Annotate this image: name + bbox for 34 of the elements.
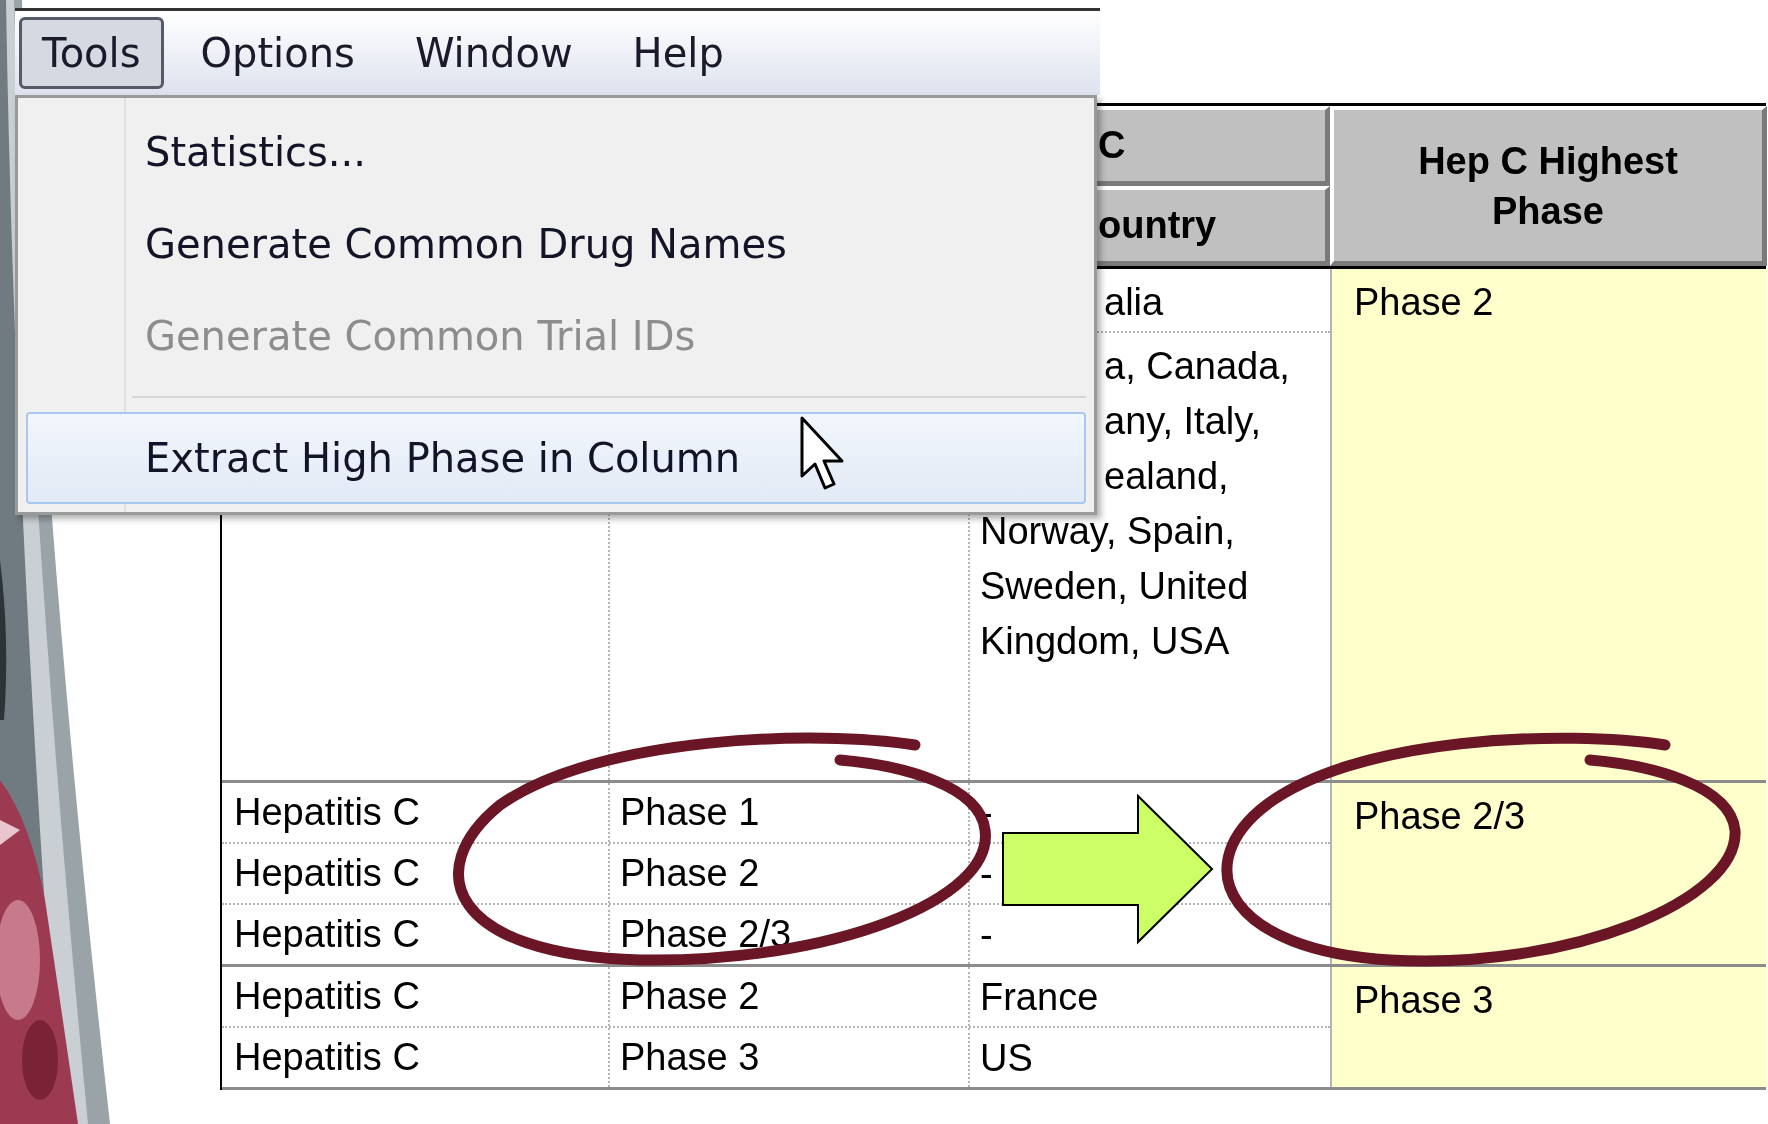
table-cell-text: Hepatitis C	[234, 790, 420, 835]
table-cell-text: Hepatitis C	[234, 974, 420, 1019]
table-cell-text: Norway, Spain,	[979, 509, 1236, 554]
table-cell-text: Phase 1	[620, 790, 760, 835]
menu-bar-item[interactable]: Help	[609, 17, 747, 89]
column-header: C	[1098, 123, 1126, 168]
table-cell-text: Sweden, United	[979, 564, 1250, 609]
menu-item[interactable]: Generate Common Drug Names	[26, 198, 1086, 290]
table-cell-text: ealand,	[1103, 454, 1230, 499]
table-cell-text: Phase 2/3	[620, 912, 792, 957]
table-cell-text: Phase 2	[620, 974, 760, 1019]
table-cell-text: any, Italy,	[1103, 399, 1262, 444]
table-cell-text: US	[979, 1036, 1034, 1081]
table-cell: Phase 3	[1354, 979, 1494, 1021]
table-cell-text: a, Canada,	[1103, 344, 1291, 389]
menu-bar-item[interactable]: Window	[391, 17, 596, 89]
menu-bar-item[interactable]: Options	[177, 17, 378, 89]
table-cell: Phase 2	[1354, 281, 1494, 323]
table-cell-text: -	[979, 913, 994, 958]
table-cell: Phase 2/3	[1354, 795, 1526, 837]
menu-item[interactable]: Extract High Phase in Column	[26, 412, 1086, 504]
menu-bar-item[interactable]: Tools	[19, 17, 164, 89]
menu-item[interactable]: Statistics...	[26, 106, 1086, 198]
table-cell-text: France	[979, 975, 1100, 1020]
table-cell-text: Hepatitis C	[234, 912, 420, 957]
table-cell-text: Hepatitis C	[234, 1035, 420, 1080]
table-cell-text: -	[979, 852, 994, 897]
table-cell-text: Hepatitis C	[234, 851, 420, 896]
column-header: ountry	[1098, 203, 1217, 248]
table-cell-text: Kingdom, USA	[979, 619, 1231, 664]
table-cell-text: Phase 3	[620, 1035, 760, 1080]
table-cell-text: alia	[1103, 280, 1165, 325]
table-cell-text: Phase 2	[620, 851, 760, 896]
column-header: Hep C Highest Phase	[1417, 138, 1679, 234]
